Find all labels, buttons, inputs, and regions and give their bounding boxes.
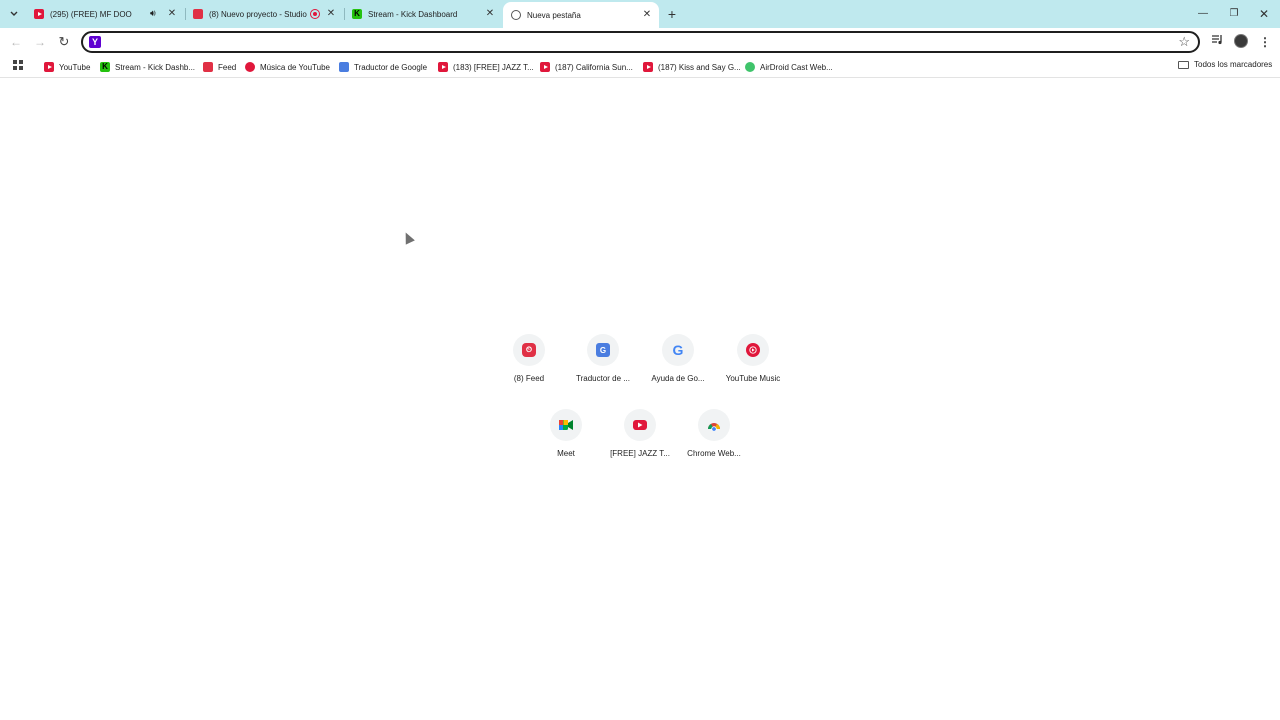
media-controls-icon[interactable] xyxy=(1209,34,1225,50)
folder-icon xyxy=(1178,60,1189,69)
tab-kick-dashboard[interactable]: K Stream - Kick Dashboard ✕ xyxy=(344,4,502,24)
youtube-icon xyxy=(643,62,653,72)
shortcut-label: [FREE] JAZZ T... xyxy=(610,449,670,458)
shortcut-label: Ayuda de Go... xyxy=(651,374,705,383)
close-icon[interactable]: ✕ xyxy=(166,8,178,20)
bookmarks-bar: YouTube K Stream - Kick Dashb... Feed Mú… xyxy=(0,56,1280,78)
mouse-cursor-icon xyxy=(401,230,415,245)
kick-icon: K xyxy=(100,62,110,72)
tab-nueva-pestana[interactable]: Nueva pestaña ✕ xyxy=(503,2,659,28)
bookmark-airdroid[interactable]: AirDroid Cast Web... xyxy=(745,60,833,74)
profile-avatar[interactable] xyxy=(1234,34,1248,48)
apps-grid-icon[interactable] xyxy=(13,60,23,70)
youtube-icon xyxy=(540,62,550,72)
shortcut-icon-circle xyxy=(698,409,730,441)
close-window-icon[interactable]: ✕ xyxy=(1256,6,1272,22)
new-tab-button[interactable]: + xyxy=(664,6,680,22)
bookmark-label: Stream - Kick Dashb... xyxy=(115,62,196,72)
bookmark-label: Traductor de Google xyxy=(354,62,428,72)
shortcut-icon-circle: ⏲ xyxy=(513,334,545,366)
shortcut-icon-circle: G xyxy=(587,334,619,366)
close-icon[interactable]: ✕ xyxy=(325,8,337,20)
google-translate-icon xyxy=(339,62,349,72)
google-translate-icon: G xyxy=(596,343,610,357)
feed-icon xyxy=(193,9,203,19)
bookmark-youtube-music[interactable]: Música de YouTube xyxy=(245,60,330,74)
forward-arrow-icon[interactable]: → xyxy=(31,33,49,51)
bookmark-label: (183) [FREE] JAZZ T... xyxy=(453,62,534,72)
tab-search-button[interactable] xyxy=(5,5,23,23)
more-menu-icon[interactable]: ⋮ xyxy=(1257,34,1273,50)
chevron-down-icon xyxy=(10,11,18,16)
tab-strip: (295) (FREE) MF DOOM x Jo 🔊︎ ✕ (8) Nuevo… xyxy=(0,0,1280,28)
shortcut-feed[interactable]: ⏲ (8) Feed xyxy=(491,334,567,398)
tab-mf-doom[interactable]: (295) (FREE) MF DOOM x Jo 🔊︎ ✕ xyxy=(26,4,184,24)
bookmark-label: YouTube xyxy=(59,62,91,72)
shortcut-label: Chrome Web... xyxy=(687,449,741,458)
shortcut-chrome-web-store[interactable]: Chrome Web... xyxy=(676,409,752,473)
yahoo-icon: Y xyxy=(89,36,101,48)
shortcut-icon-circle xyxy=(550,409,582,441)
bookmark-california[interactable]: (187) California Sun... xyxy=(540,60,633,74)
address-input[interactable] xyxy=(105,35,1165,49)
youtube-icon xyxy=(44,62,54,72)
bookmark-google-translate[interactable]: Traductor de Google xyxy=(339,60,427,74)
bookmark-star-icon[interactable]: ☆ xyxy=(1178,34,1190,50)
tab-nuevo-proyecto[interactable]: (8) Nuevo proyecto - Studio ✕ xyxy=(185,4,343,24)
bookmark-jazz[interactable]: (183) [FREE] JAZZ T... xyxy=(438,60,534,74)
chrome-web-store-icon xyxy=(708,423,720,431)
youtube-icon xyxy=(34,9,44,19)
youtube-icon xyxy=(438,62,448,72)
shortcut-label: YouTube Music xyxy=(725,374,781,383)
youtube-music-icon xyxy=(746,343,760,357)
shortcut-jazz[interactable]: [FREE] JAZZ T... xyxy=(602,409,678,473)
tab-title: Nueva pestaña xyxy=(527,10,581,20)
bookmark-feed[interactable]: Feed xyxy=(203,60,236,74)
shortcut-google-help[interactable]: G Ayuda de Go... xyxy=(640,334,716,398)
tab-title: (295) (FREE) MF DOOM x Jo xyxy=(50,9,132,19)
kick-icon: K xyxy=(352,9,362,19)
minimize-icon[interactable]: — xyxy=(1195,6,1211,22)
speaker-icon[interactable]: 🔊︎ xyxy=(150,8,156,19)
shortcut-icon-circle xyxy=(737,334,769,366)
shortcut-youtube-music[interactable]: YouTube Music xyxy=(715,334,791,398)
bookmark-label: Feed xyxy=(218,62,237,72)
recording-icon xyxy=(310,9,320,19)
shortcut-label: Meet xyxy=(557,449,575,458)
all-bookmarks-label: Todos los marcadores xyxy=(1194,60,1273,69)
shortcut-meet[interactable]: Meet xyxy=(528,409,604,473)
feed-icon xyxy=(203,62,213,72)
google-icon: G xyxy=(672,342,684,358)
tab-title: Stream - Kick Dashboard xyxy=(368,9,458,19)
close-icon[interactable]: ✕ xyxy=(484,8,496,20)
bookmark-label: (187) California Sun... xyxy=(555,62,633,72)
restore-icon[interactable]: ❐ xyxy=(1226,6,1242,22)
shortcut-icon-circle xyxy=(624,409,656,441)
tab-title: (8) Nuevo proyecto - Studio xyxy=(209,9,307,19)
google-meet-icon xyxy=(559,420,573,430)
close-icon[interactable]: ✕ xyxy=(641,9,653,21)
bookmark-youtube[interactable]: YouTube xyxy=(44,60,90,74)
globe-icon xyxy=(511,10,521,20)
airdroid-icon xyxy=(745,62,755,72)
bookmark-label: (187) Kiss and Say G... xyxy=(658,62,741,72)
all-bookmarks-button[interactable]: Todos los marcadores xyxy=(1178,60,1272,69)
reload-icon[interactable]: ↻ xyxy=(55,33,73,51)
bookmark-label: AirDroid Cast Web... xyxy=(760,62,833,72)
shortcut-icon-circle: G xyxy=(662,334,694,366)
shortcut-label: (8) Feed xyxy=(513,374,545,383)
bookmark-kiss-and-say[interactable]: (187) Kiss and Say G... xyxy=(643,60,741,74)
browser-toolbar: ← → ↻ Y ☆ ⋮ xyxy=(0,28,1280,56)
youtube-music-icon xyxy=(245,62,255,72)
feed-icon: ⏲ xyxy=(522,343,536,357)
bookmark-label: Música de YouTube xyxy=(260,62,330,72)
bookmark-kick[interactable]: K Stream - Kick Dashb... xyxy=(100,60,195,74)
youtube-icon xyxy=(633,420,647,430)
shortcut-google-translate[interactable]: G Traductor de ... xyxy=(565,334,641,398)
address-bar[interactable]: Y ☆ xyxy=(81,31,1200,53)
back-arrow-icon[interactable]: ← xyxy=(7,33,25,51)
shortcut-label: Traductor de ... xyxy=(576,374,630,383)
